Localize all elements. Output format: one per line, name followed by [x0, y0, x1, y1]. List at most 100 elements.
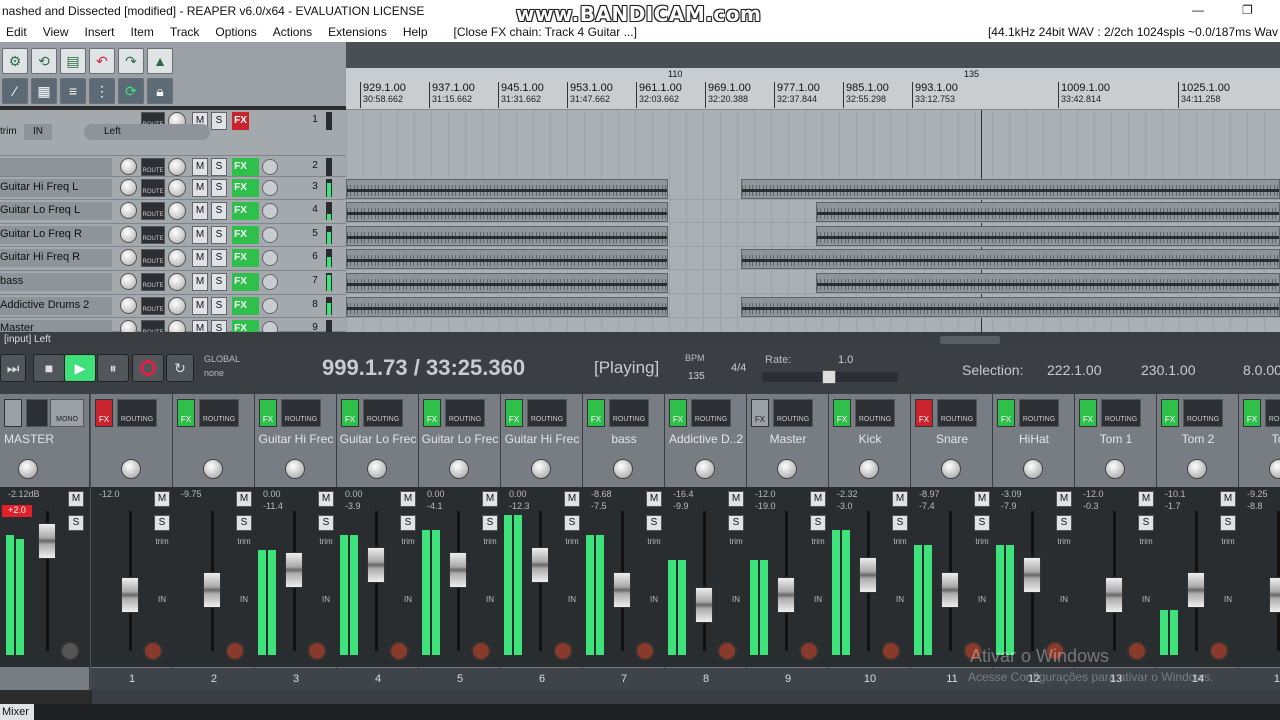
- media-item[interactable]: [816, 226, 1280, 246]
- route-button[interactable]: ROUTE: [141, 297, 165, 315]
- strip-name[interactable]: Snare: [911, 432, 993, 446]
- strip-fader[interactable]: [285, 552, 303, 588]
- arm-button[interactable]: [262, 298, 278, 314]
- track-lane[interactable]: [346, 224, 1280, 247]
- media-item[interactable]: [741, 297, 1280, 317]
- strip-pan-knob[interactable]: [1269, 459, 1280, 479]
- strip-fader[interactable]: [859, 557, 877, 593]
- route-button[interactable]: ROUTE: [141, 202, 165, 220]
- strip-fx-button[interactable]: FX: [833, 399, 851, 427]
- strip-fx-button[interactable]: FX: [177, 399, 195, 427]
- media-item[interactable]: [346, 226, 668, 246]
- ripple-icon[interactable]: ≡: [60, 78, 86, 104]
- media-item[interactable]: [346, 297, 668, 317]
- pan-knob[interactable]: [168, 273, 186, 291]
- strip-input[interactable]: IN: [1055, 595, 1073, 617]
- strip-pan-knob[interactable]: [449, 459, 469, 479]
- strip-input[interactable]: IN: [973, 595, 991, 617]
- strip-name[interactable]: HiHat: [993, 432, 1075, 446]
- route-button[interactable]: ROUTE: [141, 273, 165, 291]
- strip-solo-button[interactable]: S: [810, 515, 826, 531]
- strip-record-arm[interactable]: [471, 641, 491, 661]
- restore-button[interactable]: ❐: [1242, 3, 1253, 17]
- menu-track[interactable]: Track: [162, 25, 208, 39]
- fx-button[interactable]: FX: [232, 158, 249, 176]
- strip-solo-button[interactable]: S: [974, 515, 990, 531]
- strip-pan-knob[interactable]: [1023, 459, 1043, 479]
- strip-name[interactable]: Tor: [1239, 432, 1280, 446]
- volume-knob[interactable]: [120, 179, 137, 196]
- strip-fx-button[interactable]: FX: [669, 399, 687, 427]
- snap-icon[interactable]: ⁄: [2, 78, 28, 104]
- solo-button[interactable]: S: [211, 202, 227, 220]
- input-select[interactable]: Left: [84, 124, 210, 140]
- menu-extensions[interactable]: Extensions: [320, 25, 395, 39]
- track-row[interactable]: Guitar Hi Freq R ROUTE M S FX 6: [0, 247, 346, 271]
- strip-trim[interactable]: trim: [973, 537, 991, 559]
- strip-fader[interactable]: [449, 552, 467, 588]
- strip-routing-button[interactable]: ROUTING: [609, 399, 649, 427]
- strip-fx-button[interactable]: FX: [915, 399, 933, 427]
- arm-button[interactable]: [262, 274, 278, 290]
- strip-routing-button[interactable]: ROUTING: [117, 399, 157, 427]
- strip-solo-button[interactable]: S: [1056, 515, 1072, 531]
- play-position[interactable]: 999.1.73 / 33:25.360: [322, 355, 525, 381]
- solo-button[interactable]: S: [211, 226, 227, 244]
- menu-edit[interactable]: Edit: [0, 25, 35, 39]
- menu-actions[interactable]: Actions: [265, 25, 320, 39]
- strip-record-arm[interactable]: [1127, 641, 1147, 661]
- strip-pan-knob[interactable]: [1105, 459, 1125, 479]
- repeat-button[interactable]: ↻: [166, 354, 194, 382]
- strip-trim[interactable]: trim: [891, 537, 909, 559]
- track-row[interactable]: Guitar Lo Freq L ROUTE M S FX 4: [0, 200, 346, 224]
- strip-mute-button[interactable]: M: [728, 491, 744, 507]
- arrange-view[interactable]: [346, 110, 1280, 332]
- strip-routing-button[interactable]: ROUTING: [1019, 399, 1059, 427]
- strip-mute-button[interactable]: M: [236, 491, 252, 507]
- mute-button[interactable]: M: [192, 202, 208, 220]
- strip-record-arm[interactable]: [717, 641, 737, 661]
- menu-help[interactable]: Help: [395, 25, 436, 39]
- strip-solo-button[interactable]: S: [1220, 515, 1236, 531]
- menu-options[interactable]: Options: [207, 25, 264, 39]
- strip-fx-button[interactable]: FX: [259, 399, 277, 427]
- strip-mute-button[interactable]: M: [1138, 491, 1154, 507]
- strip-record-arm[interactable]: [389, 641, 409, 661]
- strip-routing-button[interactable]: ROUTING: [1265, 399, 1280, 427]
- master-solo-button[interactable]: S: [68, 515, 84, 531]
- selection-length[interactable]: 8.0.00: [1243, 362, 1280, 378]
- master-fader[interactable]: [38, 523, 56, 559]
- track-name[interactable]: Addictive Drums 2: [0, 297, 112, 315]
- solo-button[interactable]: S: [211, 112, 227, 130]
- master-routing-button[interactable]: [26, 399, 48, 427]
- mute-button[interactable]: M: [192, 273, 208, 291]
- grid-icon[interactable]: ▦: [31, 78, 57, 104]
- strip-fx-button[interactable]: FX: [1161, 399, 1179, 427]
- lock-icon[interactable]: 🔒︎: [147, 78, 173, 104]
- strip-trim[interactable]: trim: [1219, 537, 1237, 559]
- strip-solo-button[interactable]: S: [892, 515, 908, 531]
- volume-knob[interactable]: [120, 202, 137, 219]
- master-settings-icon[interactable]: [60, 641, 80, 661]
- media-item[interactable]: [816, 202, 1280, 222]
- strip-fader[interactable]: [777, 577, 795, 613]
- track-name[interactable]: Guitar Lo Freq L: [0, 202, 112, 220]
- fx-bypass-button[interactable]: [249, 249, 259, 267]
- minimize-button[interactable]: —: [1192, 3, 1204, 17]
- selection-end[interactable]: 230.1.00: [1141, 362, 1196, 378]
- save-icon[interactable]: ⟲: [31, 48, 57, 74]
- strip-trim[interactable]: trim: [809, 537, 827, 559]
- strip-pan-knob[interactable]: [121, 459, 141, 479]
- input-button[interactable]: IN: [24, 124, 52, 140]
- strip-trim[interactable]: trim: [481, 537, 499, 559]
- strip-fader[interactable]: [941, 572, 959, 608]
- tempo-icon[interactable]: ▲: [147, 48, 173, 74]
- strip-name[interactable]: Master: [747, 432, 829, 446]
- strip-trim[interactable]: trim: [1055, 537, 1073, 559]
- arm-button[interactable]: [262, 159, 278, 175]
- pan-knob[interactable]: [168, 226, 186, 244]
- menu-insert[interactable]: Insert: [76, 25, 122, 39]
- pan-knob[interactable]: [168, 202, 186, 220]
- strip-fader[interactable]: [367, 547, 385, 583]
- strip-record-arm[interactable]: [553, 641, 573, 661]
